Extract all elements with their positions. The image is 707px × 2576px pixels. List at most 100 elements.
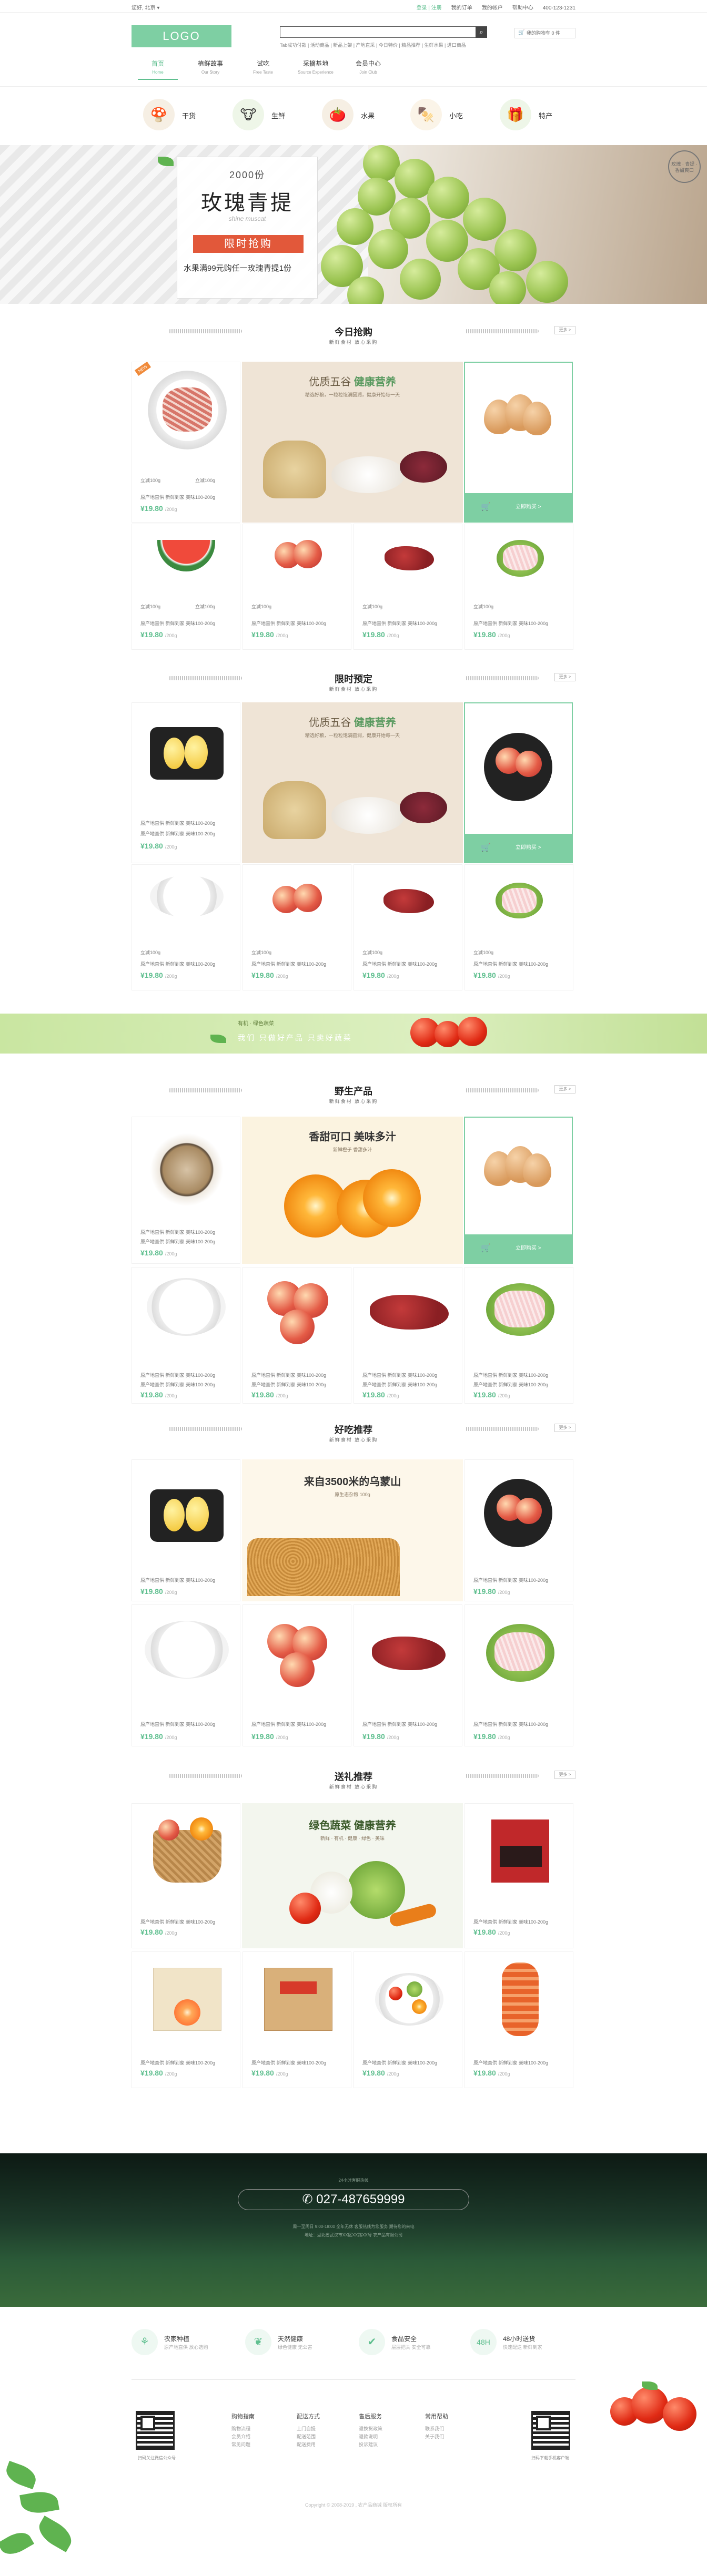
- search-icon[interactable]: ⌕: [476, 26, 487, 38]
- more-link[interactable]: 更多 >: [554, 1424, 575, 1432]
- product-card[interactable]: 原产地直供 新鲜到家 美味100-200g ¥19.80/200g: [354, 1951, 462, 2088]
- product-card[interactable]: 原产地直供 新鲜到家 美味100-200g 原产地直供 新鲜到家 美味100-2…: [243, 1267, 351, 1404]
- product-image: [157, 540, 215, 571]
- product-card[interactable]: 原产地直供 新鲜到家 美味100-200g 原产地直供 新鲜到家 美味100-2…: [132, 702, 240, 863]
- fresh-icon: 🐮: [233, 99, 264, 130]
- contact-banner: 24小时客服热线 ✆ 027-487659999 周一至周日 9:00-18:0…: [0, 2153, 707, 2307]
- clock-icon: 48H: [470, 2329, 497, 2355]
- specialty-icon: 🎁: [500, 99, 531, 130]
- nav-home[interactable]: 首页 Home: [132, 59, 184, 75]
- product-image: [503, 545, 538, 570]
- more-link[interactable]: 更多 >: [554, 1771, 575, 1779]
- search-input[interactable]: ⌕: [280, 26, 487, 38]
- product-card[interactable]: 原产地直供 新鲜到家 美味100-200g ¥19.80/200g: [354, 1604, 462, 1746]
- nav-member[interactable]: 会员中心 Join Club: [342, 59, 395, 75]
- product-card[interactable]: 原产地直供 新鲜到家 美味100-200g ¥19.80/200g: [464, 1803, 573, 1948]
- product-card[interactable]: 原产地直供 新鲜到家 美味100-200g 原产地直供 新鲜到家 美味100-2…: [354, 1267, 462, 1404]
- buy-now-button[interactable]: 立即购买 >: [465, 834, 572, 862]
- product-card[interactable]: 立减100g 原产地直供 新鲜到家 美味100-200g ¥19.80/200g: [464, 524, 573, 650]
- buy-now-button[interactable]: 立即购买 >: [465, 1234, 572, 1263]
- grain-sack: [263, 441, 326, 498]
- nav-active-underline: [138, 79, 178, 80]
- product-card[interactable]: 原产地直供 新鲜到家 美味100-200g ¥19.80/200g: [464, 1604, 573, 1746]
- product-image: [385, 546, 434, 570]
- side-product[interactable]: 立即购买 >: [464, 1117, 573, 1264]
- rice-bowl: [331, 456, 405, 493]
- feature-delivery: 48H 48小时送货 快速配送 新鲜到家: [470, 2327, 575, 2358]
- feature-list: ⚘ 农家种植 原产地直供 放心选购 ❦ 天然健康 绿色健康 无公害 ✔ 食品安全 层层把关 …: [132, 2327, 575, 2363]
- feature-farm: ⚘ 农家种植 原产地直供 放心选购: [132, 2327, 237, 2358]
- section-subtitle: 新鲜食材 放心采购: [329, 687, 378, 692]
- mushroom-icon: 🍄: [143, 99, 175, 130]
- promo-subtitle: 精选好粮，一粒粒饱满圆润，健康开始每一天: [305, 392, 400, 397]
- feature-natural: ❦ 天然健康 绿色健康 无公害: [245, 2327, 350, 2358]
- footer-col-aftersale: 售后服务 退换货政策 退款说明 投诉建议: [359, 2414, 383, 2447]
- section-header-wild: 野生产品 新鲜食材 放心采购 更多 >: [132, 1082, 575, 1111]
- new-badge: NEW: [134, 361, 151, 376]
- buy-now-button[interactable]: 立即购买 >: [465, 493, 572, 522]
- nav-divider: [0, 86, 707, 87]
- help-link[interactable]: 帮助中心: [512, 5, 533, 11]
- promo-title: 优质五谷 健康营养: [309, 376, 396, 388]
- product-card[interactable]: 立减100g 原产地直供 新鲜到家 美味100-200g ¥19.80/200g: [354, 864, 462, 990]
- top-bar: 您好, 北京 ▾ 登录 | 注册 我的订单 我的帐户 帮助中心 400-123-1231: [0, 0, 707, 13]
- orders-link[interactable]: 我的订单: [451, 5, 472, 11]
- side-product[interactable]: 立即购买 >: [464, 702, 573, 863]
- section-title: 限时预定: [335, 674, 372, 684]
- login-link[interactable]: 登录 | 注册: [417, 5, 442, 11]
- product-card[interactable]: 原产地直供 新鲜到家 美味100-200g ¥19.80/200g: [132, 1459, 240, 1601]
- leaf-icon: ❦: [245, 2329, 271, 2355]
- promo-mountain[interactable]: 来自3500米的乌蒙山 原生态杂粮 100g: [242, 1459, 463, 1601]
- product-card[interactable]: 原产地直供 新鲜到家 美味100-200g ¥19.80/200g: [243, 1604, 351, 1746]
- product-card[interactable]: 立减100g 立减100g 原产地直供 新鲜到家 美味100-200g ¥19.…: [132, 524, 240, 650]
- product-card[interactable]: 原产地直供 新鲜到家 美味100-200g ¥19.80/200g: [132, 1604, 240, 1746]
- banner-buy-button[interactable]: 限时抢购: [193, 235, 304, 253]
- side-product[interactable]: 立即购买 >: [464, 362, 573, 523]
- nav-farm[interactable]: 采摘基地 Source Experience: [289, 59, 342, 75]
- more-link[interactable]: 更多 >: [554, 673, 575, 681]
- product-card[interactable]: 原产地直供 新鲜到家 美味100-200g ¥19.80/200g: [464, 1459, 573, 1601]
- shrimp-image: [502, 1962, 539, 2036]
- section-header-today: 今日抢购 新鲜食材 放心采购 更多 >: [132, 323, 575, 352]
- footer-divider: [132, 2379, 575, 2380]
- banner-cursive: shine muscat: [228, 215, 266, 222]
- banner-subtitle: 水果满99元购任一玫瑰青提1份: [184, 264, 292, 273]
- product-card[interactable]: 立减100g 原产地直供 新鲜到家 美味100-200g ¥19.80/200g: [243, 864, 351, 990]
- product-card[interactable]: 立减100g 原产地直供 新鲜到家 美味100-200g ¥19.80/200g: [243, 524, 351, 650]
- product-card[interactable]: 立减100g 原产地直供 新鲜到家 美味100-200g ¥19.80/200g: [132, 864, 240, 990]
- section-title: 今日抢购: [335, 327, 372, 338]
- logo[interactable]: LOGO: [132, 25, 231, 47]
- promo-grains[interactable]: 优质五谷 健康营养 精选好粮，一粒粒饱满圆润，健康开始每一天: [242, 702, 463, 863]
- more-link[interactable]: 更多 >: [554, 326, 575, 334]
- promo-grains[interactable]: 优质五谷 健康营养 精选好粮，一粒粒饱满圆润，健康开始每一天: [242, 362, 463, 523]
- fruit-icon: 🍅: [322, 99, 354, 130]
- phone-icon: ✆: [302, 2192, 317, 2206]
- promo-orange[interactable]: 香甜可口 美味多汁 新鲜橙子 香甜多汁: [242, 1117, 463, 1264]
- product-card[interactable]: 立减100g 原产地直供 新鲜到家 美味100-200g ¥19.80/200g: [464, 864, 573, 990]
- beans: [400, 451, 447, 483]
- shield-icon: ✔: [359, 2329, 385, 2355]
- product-card[interactable]: NEW 立减100g 立减100g 原产地直供 新鲜到家 美味100-200g …: [132, 361, 240, 523]
- hotline: 400-123-1231: [542, 5, 575, 11]
- nav-story[interactable]: 植鲜故事 Our Story: [184, 59, 237, 75]
- nav-taste[interactable]: 试吃 Free Taste: [237, 59, 289, 75]
- promo-strip[interactable]: 有机 · 绿色蔬菜 我们 只做好产品 只卖好蔬菜: [0, 1014, 707, 1054]
- product-card[interactable]: 原产地直供 新鲜到家 美味100-200g ¥19.80/200g: [243, 1951, 351, 2088]
- cart-button[interactable]: 我的购物车 0 件: [514, 28, 575, 38]
- hot-keywords[interactable]: Tab成功付款 | 活动商品 | 新品上架 | 产地直采 | 今日特价 | 精品…: [280, 42, 466, 48]
- cabbage-image: [347, 1861, 405, 1919]
- product-card[interactable]: 原产地直供 新鲜到家 美味100-200g 原产地直供 新鲜到家 美味100-2…: [464, 1267, 573, 1404]
- promo-vegetables[interactable]: 绿色蔬菜 健康营养 新鲜 · 有机 · 健康 · 绿色 · 美味: [242, 1803, 463, 1948]
- location-selector[interactable]: 您好, 北京 ▾: [132, 3, 159, 11]
- product-card[interactable]: 原产地直供 新鲜到家 美味100-200g 原产地直供 新鲜到家 美味100-2…: [132, 1117, 240, 1264]
- account-link[interactable]: 我的帐户: [482, 5, 503, 11]
- product-card[interactable]: 原产地直供 新鲜到家 美味100-200g 原产地直供 新鲜到家 美味100-2…: [132, 1267, 240, 1404]
- more-link[interactable]: 更多 >: [554, 1085, 575, 1093]
- phone-number[interactable]: ✆ 027-487659999: [238, 2189, 469, 2210]
- product-card[interactable]: 原产地直供 新鲜到家 美味100-200g ¥19.80/200g: [132, 1803, 240, 1948]
- product-card[interactable]: 原产地直供 新鲜到家 美味100-200g ¥19.80/200g: [464, 1951, 573, 2088]
- section-header-gifts: 送礼推荐 新鲜食材 放心采购 更多 >: [132, 1767, 575, 1797]
- hero-banner[interactable]: 2000份 玫瑰青提 shine muscat 限时抢购 水果满99元购任一玫瑰…: [0, 145, 707, 304]
- product-card[interactable]: 立减100g 原产地直供 新鲜到家 美味100-200g ¥19.80/200g: [354, 524, 462, 650]
- product-card[interactable]: 原产地直供 新鲜到家 美味100-200g ¥19.80/200g: [132, 1951, 240, 2088]
